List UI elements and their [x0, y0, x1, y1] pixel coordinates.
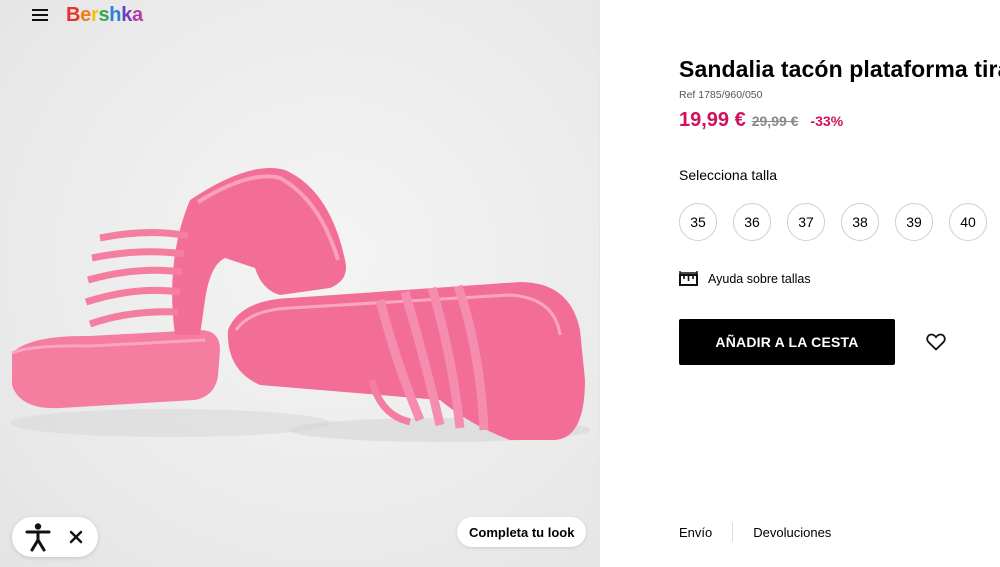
product-title: Sandalia tacón plataforma tiras: [679, 56, 1000, 82]
logo-letter: h: [109, 4, 122, 26]
size-selector: 35 36 37 38 39 40: [679, 203, 1000, 241]
accessibility-widget: [12, 517, 98, 557]
complete-look-button[interactable]: Completa tu look: [457, 517, 587, 547]
shipping-link[interactable]: Envío: [679, 525, 712, 540]
size-option-37[interactable]: 37: [787, 203, 825, 241]
returns-link[interactable]: Devoluciones: [753, 525, 831, 540]
size-selector-label: Selecciona talla: [679, 167, 778, 183]
current-price: 19,99 €: [679, 109, 746, 131]
size-option-38[interactable]: 38: [841, 203, 879, 241]
size-option-36[interactable]: 36: [733, 203, 771, 241]
logo-letter: s: [98, 4, 110, 26]
size-option-39[interactable]: 39: [895, 203, 933, 241]
menu-icon[interactable]: [30, 6, 50, 24]
size-help-label: Ayuda sobre tallas: [708, 271, 811, 286]
logo-letter: a: [132, 4, 143, 26]
heart-icon[interactable]: [926, 333, 946, 351]
info-links: Envío Devoluciones: [679, 522, 831, 542]
original-price: 29,99 €: [751, 113, 799, 129]
close-icon[interactable]: [69, 530, 83, 544]
link-divider: [732, 522, 734, 542]
ruler-icon: [679, 271, 698, 286]
logo-letter: e: [80, 4, 91, 26]
brand-logo[interactable]: Bershka: [66, 4, 143, 27]
logo-letter: B: [66, 4, 81, 26]
panel-divider: [599, 0, 600, 567]
logo-letter: k: [121, 4, 133, 26]
size-help-link[interactable]: Ayuda sobre tallas: [679, 270, 811, 287]
product-reference: Ref 1785/960/050: [679, 89, 763, 101]
product-photo: [10, 168, 590, 442]
discount-badge: -33%: [810, 113, 844, 129]
product-image-panel: Bershka Completa tu look: [0, 0, 599, 567]
size-option-35[interactable]: 35: [679, 203, 717, 241]
price-row: 19,99 € 29,99 € -33%: [679, 109, 843, 132]
accessibility-icon[interactable]: [25, 522, 51, 552]
size-option-40[interactable]: 40: [949, 203, 987, 241]
add-to-cart-button[interactable]: AÑADIR A LA CESTA: [679, 319, 895, 365]
